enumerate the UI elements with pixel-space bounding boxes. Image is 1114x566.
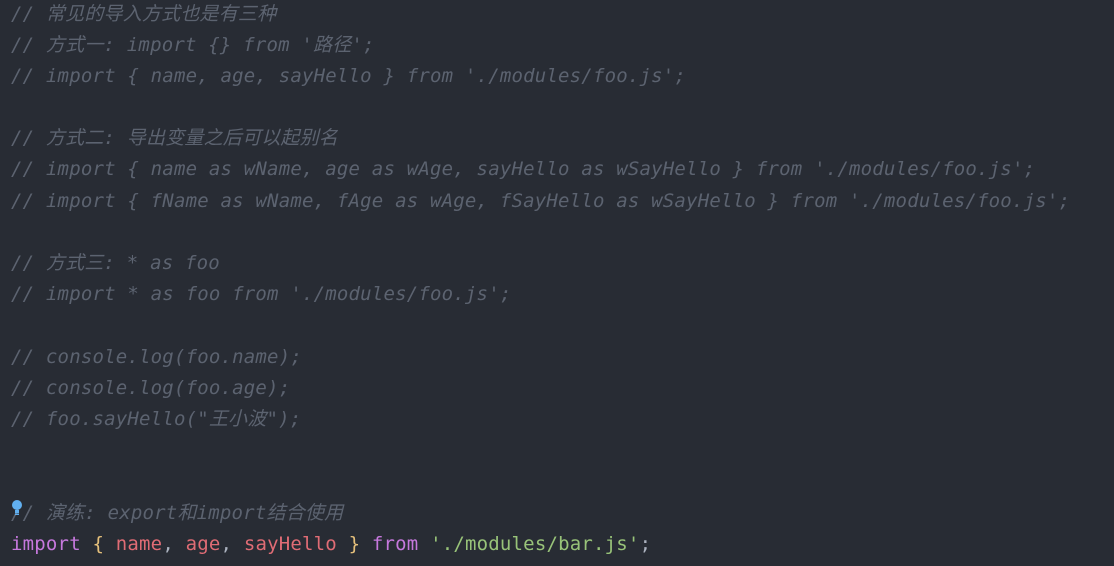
comment-line: // import { name, age, sayHello } from '… <box>11 65 687 87</box>
comment-line: // foo.sayHello("王小波"); <box>11 408 302 430</box>
comment-line: // import { fName as wName, fAge as wAge… <box>11 190 1071 212</box>
open-brace: { <box>92 533 105 555</box>
comment-line: // console.log(foo.age); <box>11 377 291 399</box>
keyword-from: from <box>371 533 419 555</box>
comment-line: // import { name as wName, age as wAge, … <box>11 158 1036 180</box>
comma: , <box>220 533 233 555</box>
lightbulb-icon[interactable] <box>9 499 25 517</box>
module-path-string: './modules/bar.js' <box>430 533 640 555</box>
comment-line: // 方式三: * as foo <box>11 252 220 274</box>
identifier-sayhello: sayHello <box>243 533 337 555</box>
comment-line: // 演练: export和import结合使用 <box>11 502 344 524</box>
code-line-import: import { name, age, sayHello } from './m… <box>11 529 651 560</box>
identifier-age: age <box>185 533 221 555</box>
code-editor[interactable]: // 常见的导入方式也是有三种 // 方式一: import {} from '… <box>0 0 1114 566</box>
comment-line: // console.log(foo.name); <box>11 346 302 368</box>
comment-line: // 常见的导入方式也是有三种 <box>11 3 277 25</box>
semicolon: ; <box>639 533 652 555</box>
comment-line: // import * as foo from './modules/foo.j… <box>11 283 512 305</box>
identifier-name: name <box>115 533 163 555</box>
comment-line: // 方式一: import {} from '路径'; <box>11 34 375 56</box>
close-brace: } <box>348 533 361 555</box>
comma: , <box>162 533 174 555</box>
comment-line: // 方式二: 导出变量之后可以起别名 <box>11 127 338 149</box>
keyword-import: import <box>11 533 81 555</box>
